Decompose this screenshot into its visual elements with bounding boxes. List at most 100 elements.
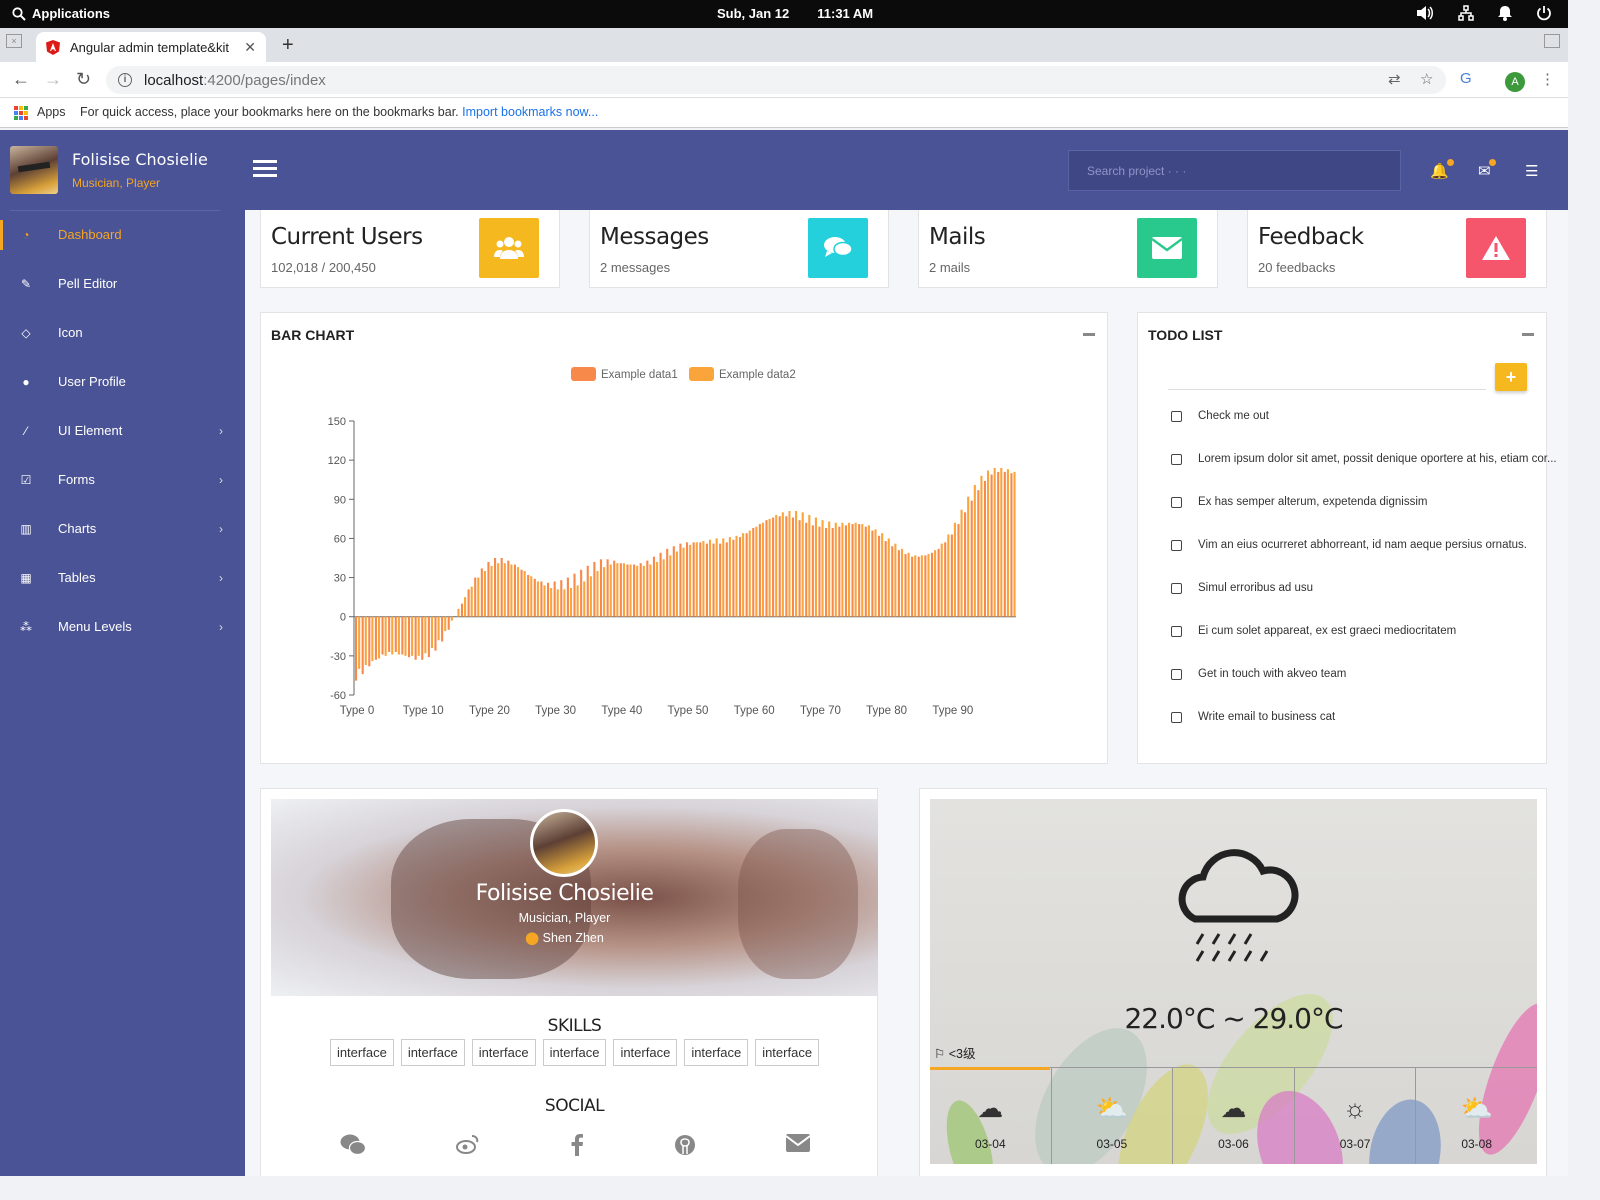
window-close-icon[interactable]: × [6,34,22,48]
forward-arrow-icon[interactable]: → [44,69,62,90]
bar [401,616,404,655]
sidebar-item-user-profile[interactable]: ● User Profile [0,357,245,406]
forecast-day[interactable]: ⛅ 03-05 [1052,1067,1174,1164]
bar [540,581,543,617]
bar-chart-panel: BAR CHART Example data1 Example data2 150 1… [260,312,1108,764]
browser-profile-avatar[interactable]: A [1505,72,1525,92]
bar [814,517,817,617]
weibo-icon[interactable] [455,1134,480,1154]
bar [993,467,996,617]
skill-tag[interactable]: interface [471,1039,536,1066]
todo-checkbox[interactable] [1171,496,1182,508]
bar [483,571,486,617]
power-icon[interactable] [1536,5,1552,21]
envelope-icon[interactable] [785,1134,810,1152]
forecast-day[interactable]: ☼ 03-07 [1295,1067,1417,1164]
forecast-day[interactable]: ☁ 03-04 [930,1067,1052,1164]
legend-swatch [571,367,596,381]
sidebar-item-pell-editor[interactable]: ✎ Pell Editor [0,259,245,308]
todo-checkbox[interactable] [1171,625,1182,637]
site-info-icon[interactable]: i [118,73,132,87]
todo-item[interactable]: Get in touch with akveo team [1171,668,1346,680]
back-arrow-icon[interactable]: ← [12,69,30,90]
todo-item[interactable]: Check me out [1171,410,1269,422]
todo-checkbox[interactable] [1171,711,1182,723]
profile-location-text: Shen Zhen [542,931,604,945]
todo-item[interactable]: Ex has semper alterum, expetenda digniss… [1171,496,1427,508]
bar [725,542,728,617]
forecast-day[interactable]: ⛅ 03-08 [1416,1067,1537,1164]
todo-item[interactable]: Lorem ipsum dolor sit amet, possit deniq… [1171,453,1557,465]
skills-heading: SKILLS [547,1016,602,1036]
sidebar-item-menu-levels[interactable]: ⁂ Menu Levels › [0,602,245,651]
bar [616,563,619,617]
notification-bell-icon[interactable]: 🔔 [1430,159,1454,180]
bookmark-star-icon[interactable]: ☆ [1420,70,1433,88]
google-translate-extension-icon[interactable]: G [1460,70,1472,87]
bar [964,512,967,617]
todo-text: Check me out [1198,410,1269,422]
reload-icon[interactable]: ↻ [76,69,91,90]
todo-checkbox[interactable] [1171,668,1182,680]
bar [798,520,801,617]
github-icon[interactable] [674,1134,696,1156]
sidebar-item-dashboard[interactable]: ◔ Dashboard [0,210,245,259]
bar [550,588,553,617]
wechat-icon[interactable] [340,1134,366,1156]
forecast-day[interactable]: ☁ 03-06 [1173,1067,1295,1164]
todo-item[interactable]: Ei cum solet appareat, ex est graeci med… [1171,625,1456,637]
envelope-icon[interactable]: ✉ [1478,159,1496,180]
browser-tab[interactable]: Angular admin template&kit ✕ [36,32,266,62]
skill-tag[interactable]: interface [684,1039,749,1066]
sidebar-item-forms[interactable]: ☑ Forms › [0,455,245,504]
todo-checkbox[interactable] [1171,453,1182,465]
search-input[interactable]: Search project · · · [1068,150,1401,191]
search-icon [12,6,26,21]
sidebar-item-label: Dashboard [58,227,122,242]
stat-card-mails[interactable]: Mails 2 mails [918,210,1218,288]
sidebar-item-charts[interactable]: ▥ Charts › [0,504,245,553]
y-tick-label: 120 [328,455,346,467]
apps-grid-icon[interactable] [14,106,28,120]
network-icon[interactable] [1458,5,1474,21]
sidebar-toggle-icon[interactable] [253,160,277,180]
bookmarks-bar: Apps For quick access, place your bookma… [0,98,1568,128]
notification-bell-icon[interactable] [1498,5,1512,21]
window-restore-icon[interactable] [1544,34,1560,48]
skill-tag[interactable]: interface [755,1039,820,1066]
todo-checkbox[interactable] [1171,582,1182,594]
bar [808,514,811,617]
stat-card-current-users[interactable]: Current Users 102,018 / 200,450 [260,210,560,288]
todo-item[interactable]: Vim an eius ocurreret abhorreant, id nam… [1171,539,1527,551]
skill-tag[interactable]: interface [400,1039,465,1066]
sidebar-item-tables[interactable]: ▦ Tables › [0,553,245,602]
menu-list-icon[interactable]: ☰ [1525,162,1538,180]
bookmarks-apps-link[interactable]: Apps [37,105,66,119]
todo-checkbox[interactable] [1171,539,1182,551]
todo-item[interactable]: Simul erroribus ad usu [1171,582,1313,594]
sidebar-item-ui-element[interactable]: ⁄ UI Element › [0,406,245,455]
browser-menu-icon[interactable]: ⋮ [1540,70,1555,88]
add-todo-button[interactable]: + [1495,363,1527,391]
todo-input[interactable] [1168,389,1486,390]
collapse-icon[interactable] [1522,333,1534,336]
stat-card-messages[interactable]: Messages 2 messages [589,210,889,288]
stat-title: Mails [929,224,986,250]
sidebar-item-icon[interactable]: ◇ Icon [0,308,245,357]
translate-icon[interactable]: ⇄ [1388,70,1401,88]
todo-checkbox[interactable] [1171,410,1182,422]
volume-icon[interactable] [1416,5,1434,21]
facebook-icon[interactable] [570,1134,584,1156]
skill-tag[interactable]: interface [329,1039,394,1066]
address-bar[interactable]: i localhost:4200/pages/index [106,66,1446,94]
stat-card-feedback[interactable]: Feedback 20 feedbacks [1247,210,1547,288]
skill-tag[interactable]: interface [542,1039,607,1066]
import-bookmarks-link[interactable]: Import bookmarks now... [462,105,598,119]
applications-menu[interactable]: Applications [12,6,110,21]
todo-item[interactable]: Write email to business cat [1171,711,1335,723]
todo-text: Ex has semper alterum, expetenda digniss… [1198,496,1428,508]
skill-tag[interactable]: interface [613,1039,678,1066]
tab-close-icon[interactable]: ✕ [244,39,256,56]
new-tab-button[interactable]: + [282,34,294,57]
clock[interactable]: Sub, Jan 12 11:31 AM [717,6,873,21]
